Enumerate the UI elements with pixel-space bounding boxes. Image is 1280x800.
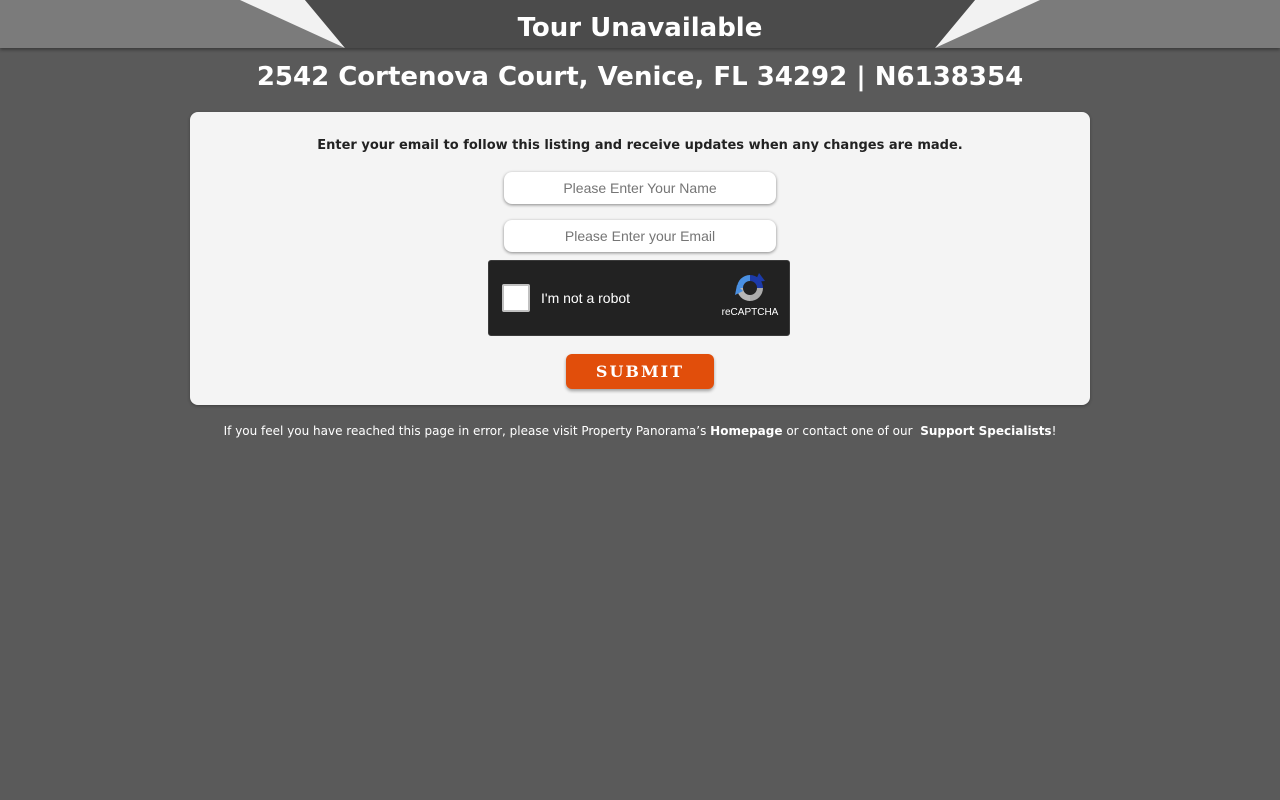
homepage-link[interactable]: Homepage [710,424,782,438]
recaptcha-label: I'm not a robot [541,290,631,306]
recaptcha-widget: I'm not a robot reCAPTCHA [488,260,790,336]
recaptcha-logo-icon [735,273,765,301]
footer-text-middle: or contact one of our [782,424,921,438]
footer-note: If you feel you have reached this page i… [0,424,1280,438]
page-title: Tour Unavailable [517,13,763,43]
recaptcha-brand: reCAPTCHA [721,307,779,318]
header-banner: Tour Unavailable [0,0,1280,48]
footer-text-before: If you feel you have reached this page i… [223,424,711,438]
form-intro: Enter your email to follow this listing … [317,138,963,153]
follow-listing-card: Enter your email to follow this listing … [190,112,1090,405]
listing-address: 2542 Cortenova Court, Venice, FL 34292 |… [256,62,1024,92]
support-specialists-link[interactable]: Support Specialists [920,424,1051,438]
recaptcha-checkbox[interactable] [502,284,530,312]
submit-button[interactable]: SUBMIT [566,354,714,389]
email-input[interactable] [504,220,776,252]
name-input[interactable] [504,172,776,204]
footer-text-after: ! [1051,424,1057,438]
